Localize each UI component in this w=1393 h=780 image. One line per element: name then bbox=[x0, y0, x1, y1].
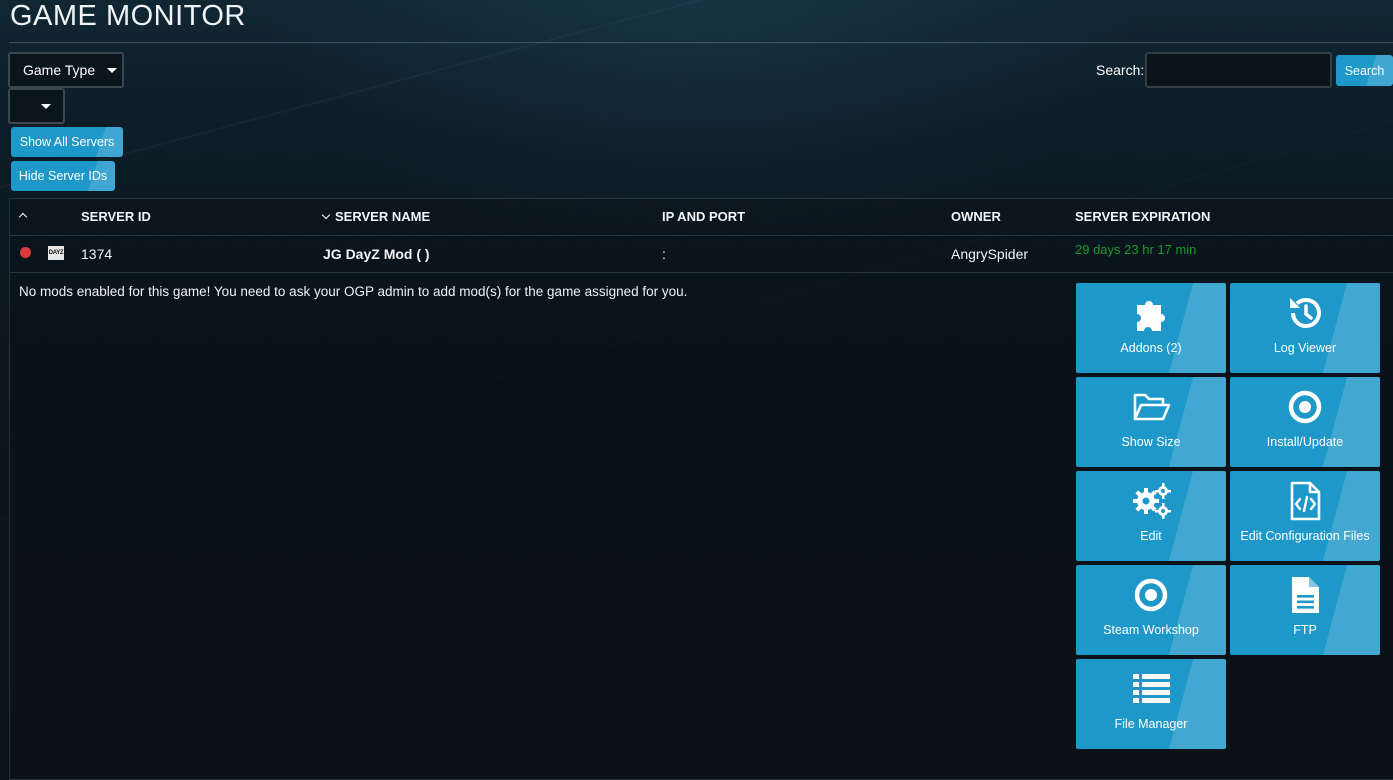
puzzle-icon bbox=[1137, 301, 1165, 331]
ftp-label: FTP bbox=[1293, 623, 1317, 637]
expiration-cell: 29 days 23 hr 17 min bbox=[1075, 242, 1197, 257]
secondary-filter-dropdown[interactable] bbox=[8, 88, 65, 124]
game-type-dropdown[interactable]: Game Type bbox=[8, 52, 124, 88]
steam-workshop-label: Steam Workshop bbox=[1103, 623, 1199, 637]
ftp-button[interactable]: FTP bbox=[1230, 565, 1380, 655]
hide-server-ids-button[interactable]: Hide Server IDs bbox=[11, 161, 115, 191]
log-viewer-label: Log Viewer bbox=[1273, 341, 1337, 355]
edit-configuration-files-label: Edit Configuration Files bbox=[1240, 529, 1370, 543]
page-title: GAME MONITOR bbox=[10, 0, 246, 32]
table-header: SERVER ID SERVER NAME IP AND PORT OWNER … bbox=[10, 199, 1393, 236]
server-id-cell: 1374 bbox=[81, 246, 113, 262]
header-ip-port: IP AND PORT bbox=[662, 209, 746, 224]
install-update-label: Install/Update bbox=[1266, 435, 1344, 449]
search-input[interactable] bbox=[1145, 52, 1332, 88]
file-manager-button[interactable]: File Manager bbox=[1076, 659, 1226, 749]
server-name-cell[interactable]: JG DayZ Mod ( ) bbox=[323, 246, 430, 262]
chevron-up-icon bbox=[18, 212, 28, 222]
addons-label: Addons (2) bbox=[1120, 341, 1182, 355]
edit-configuration-files-button[interactable]: Edit Configuration Files bbox=[1230, 471, 1380, 561]
table-row[interactable]: DAYZ 1374 JG DayZ Mod ( ) : AngrySpider … bbox=[10, 236, 1393, 273]
header-expiration: SERVER EXPIRATION bbox=[1075, 209, 1211, 224]
header-server-name-sort[interactable]: SERVER NAME bbox=[321, 209, 431, 224]
search-label: Search: bbox=[1096, 62, 1145, 78]
header-server-name: SERVER NAME bbox=[335, 209, 431, 224]
code-file-icon bbox=[1290, 481, 1321, 521]
caret-down-icon bbox=[41, 103, 51, 109]
folder-open-icon bbox=[1133, 393, 1171, 421]
status-offline-icon bbox=[20, 247, 31, 258]
header-server-id[interactable]: SERVER ID bbox=[81, 209, 151, 224]
search-button[interactable]: Search bbox=[1336, 55, 1393, 86]
gears-icon bbox=[1133, 483, 1171, 519]
show-all-servers-button[interactable]: Show All Servers bbox=[11, 127, 123, 157]
addons-button[interactable]: Addons (2) bbox=[1076, 283, 1226, 373]
caret-down-icon bbox=[107, 67, 118, 73]
install-update-button[interactable]: Install/Update bbox=[1230, 377, 1380, 467]
header-owner: OWNER bbox=[951, 209, 1001, 224]
owner-cell: AngrySpider bbox=[951, 246, 1029, 262]
target-icon bbox=[1134, 578, 1168, 612]
title-divider bbox=[9, 42, 1393, 43]
steam-workshop-button[interactable]: Steam Workshop bbox=[1076, 565, 1226, 655]
dayz-game-icon: DAYZ bbox=[48, 246, 64, 260]
ip-port-cell: : bbox=[662, 246, 666, 262]
list-icon bbox=[1133, 674, 1170, 703]
history-icon bbox=[1290, 298, 1321, 328]
show-size-label: Show Size bbox=[1121, 435, 1181, 449]
file-text-icon bbox=[1292, 577, 1319, 613]
game-type-label: Game Type bbox=[23, 62, 96, 78]
show-size-button[interactable]: Show Size bbox=[1076, 377, 1226, 467]
chevron-down-icon bbox=[321, 210, 331, 220]
sort-toggle[interactable] bbox=[18, 211, 28, 222]
edit-label: Edit bbox=[1140, 529, 1162, 543]
log-viewer-button[interactable]: Log Viewer bbox=[1230, 283, 1380, 373]
edit-button[interactable]: Edit bbox=[1076, 471, 1226, 561]
mods-message: No mods enabled for this game! You need … bbox=[19, 284, 688, 299]
file-manager-label: File Manager bbox=[1114, 717, 1188, 731]
target-icon bbox=[1288, 390, 1322, 424]
